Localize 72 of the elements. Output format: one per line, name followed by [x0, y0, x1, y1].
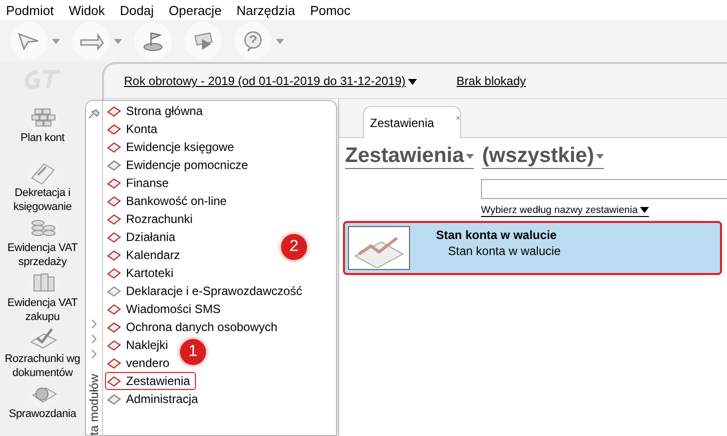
module-icon — [107, 266, 121, 280]
close-icon[interactable] — [456, 114, 460, 122]
caret-icon[interactable] — [276, 38, 284, 44]
module-label[interactable]: Ewidencja VAT sprzedaży — [0, 241, 85, 270]
module-item[interactable]: Kalendarz — [105, 246, 186, 264]
caret-icon — [408, 78, 417, 85]
module-icon — [107, 356, 121, 370]
toolbar-button[interactable] — [134, 22, 172, 60]
module-item[interactable]: Ewidencje księgowe — [105, 138, 240, 156]
module-item[interactable]: Działania — [105, 228, 182, 246]
toolbar-button[interactable] — [234, 22, 272, 60]
pin-icon[interactable] — [88, 109, 100, 119]
module-item[interactable]: Strona główna — [105, 102, 209, 120]
module-icon — [107, 230, 121, 244]
module-icon — [107, 248, 121, 262]
module-icon — [107, 392, 121, 406]
module-icon — [107, 122, 121, 136]
module-label[interactable]: Sprawozdania — [0, 406, 85, 421]
module-icon — [107, 104, 121, 118]
caret-icon[interactable] — [114, 38, 122, 44]
category-dropdown[interactable]: Zestawienia — [345, 144, 474, 169]
caret-icon — [466, 154, 474, 159]
toolbar-button[interactable] — [72, 22, 110, 60]
module-icon — [107, 302, 121, 316]
module-item[interactable]: Finanse — [105, 174, 175, 192]
module-icon — [107, 212, 121, 226]
module-item[interactable]: Administracja — [105, 390, 204, 408]
caret-icon[interactable] — [52, 38, 60, 44]
module-item[interactable]: Deklaracje i e-Sprawozdawczość — [105, 282, 308, 300]
module-label[interactable]: Dekretacja i księgowanie — [0, 186, 85, 214]
module-icon — [107, 374, 121, 388]
module-item[interactable]: Bankowość on-line — [105, 192, 233, 210]
module-label[interactable]: Plan kont — [0, 130, 85, 145]
module-icon — [107, 320, 121, 334]
sort-link[interactable]: Wybierz według nazwy zestawienia — [481, 205, 649, 217]
module-item[interactable]: Wiadomości SMS — [105, 300, 227, 318]
menu-item[interactable]: Podmiot — [6, 2, 54, 18]
module-icon — [107, 140, 121, 154]
menu-item[interactable]: Operacje — [168, 2, 222, 18]
module-icon — [107, 194, 121, 208]
toolbar-button[interactable] — [184, 22, 222, 60]
panel-title: ta modułów — [87, 374, 101, 435]
module-icon — [107, 338, 121, 352]
module-label[interactable]: Rozrachunki wg dokumentów — [0, 352, 85, 380]
module-item[interactable]: Naklejki — [105, 336, 174, 354]
toolbar-button[interactable] — [10, 22, 48, 60]
fiscal-year-link[interactable]: Rok obrotowy - 2019 (od 01-01-2019 do 31-12-2019) — [124, 74, 417, 88]
report-title: Stan konta w walucie — [436, 228, 558, 242]
filter-dropdown[interactable]: (wszystkie) — [482, 144, 604, 169]
report-item[interactable]: Stan konta w walucie Stan konta w walucie — [343, 221, 722, 275]
menu-item[interactable]: Narzędzia — [236, 2, 296, 18]
module-item[interactable]: Konta — [105, 120, 164, 138]
module-item[interactable]: Ewidencje pomocnicze — [105, 156, 254, 174]
caret-icon — [640, 207, 649, 214]
menu-item[interactable]: Dodaj — [120, 2, 154, 18]
caret-icon — [596, 154, 604, 159]
module-icon — [107, 284, 121, 298]
module-item[interactable]: Kartoteki — [105, 264, 180, 282]
module-item[interactable]: vendero — [105, 354, 176, 372]
module-item[interactable]: Ochrona danych osobowych — [105, 318, 284, 336]
module-icon — [107, 158, 121, 172]
menu-item[interactable]: Widok — [68, 2, 105, 18]
lock-link[interactable]: Brak blokady — [456, 74, 526, 88]
module-icon — [107, 176, 121, 190]
menu-item[interactable]: Pomoc — [310, 2, 351, 18]
search-field[interactable] — [481, 179, 727, 199]
chart-thumbnail — [348, 226, 410, 270]
tab[interactable]: Zestawienia — [363, 106, 461, 138]
report-description: Stan konta w walucie — [447, 244, 561, 258]
module-item[interactable]: Rozrachunki — [105, 210, 199, 228]
module-label[interactable]: Ewidencja VAT zakupu — [0, 296, 85, 324]
module-item[interactable]: Zestawienia — [105, 372, 196, 390]
